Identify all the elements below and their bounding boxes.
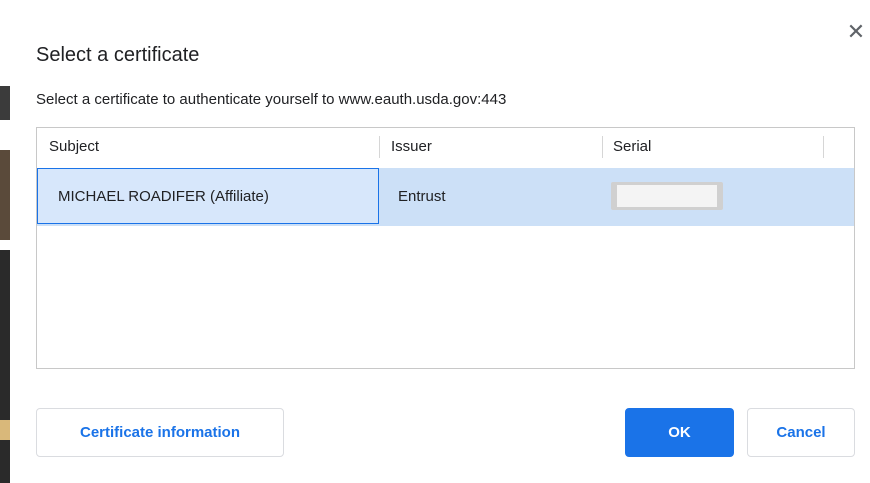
column-header-issuer[interactable]: Issuer — [391, 128, 432, 166]
certificate-table: Subject Issuer Serial MICHAEL ROADIFER (… — [36, 127, 855, 369]
column-header-serial[interactable]: Serial — [613, 128, 651, 166]
serial-value — [617, 185, 717, 207]
close-icon[interactable]: ✕ — [846, 21, 866, 43]
column-separator[interactable] — [602, 136, 603, 158]
background-window-edge — [0, 0, 10, 483]
cancel-button[interactable]: Cancel — [747, 408, 855, 457]
table-row[interactable]: MICHAEL ROADIFER (Affiliate) Entrust — [37, 168, 854, 226]
column-header-subject[interactable]: Subject — [49, 128, 99, 166]
column-separator[interactable] — [379, 136, 380, 158]
ok-button[interactable]: OK — [625, 408, 734, 457]
cell-issuer: Entrust — [398, 188, 446, 205]
cell-subject: MICHAEL ROADIFER (Affiliate) — [37, 168, 379, 224]
column-separator[interactable] — [823, 136, 824, 158]
certificate-information-button[interactable]: Certificate information — [36, 408, 284, 457]
select-certificate-dialog: Select a certificate ✕ Select a certific… — [10, 0, 870, 483]
dialog-title: Select a certificate — [36, 44, 200, 66]
table-header: Subject Issuer Serial — [37, 128, 854, 166]
cell-serial-redacted — [611, 182, 723, 210]
dialog-subtitle: Select a certificate to authenticate you… — [36, 91, 507, 108]
